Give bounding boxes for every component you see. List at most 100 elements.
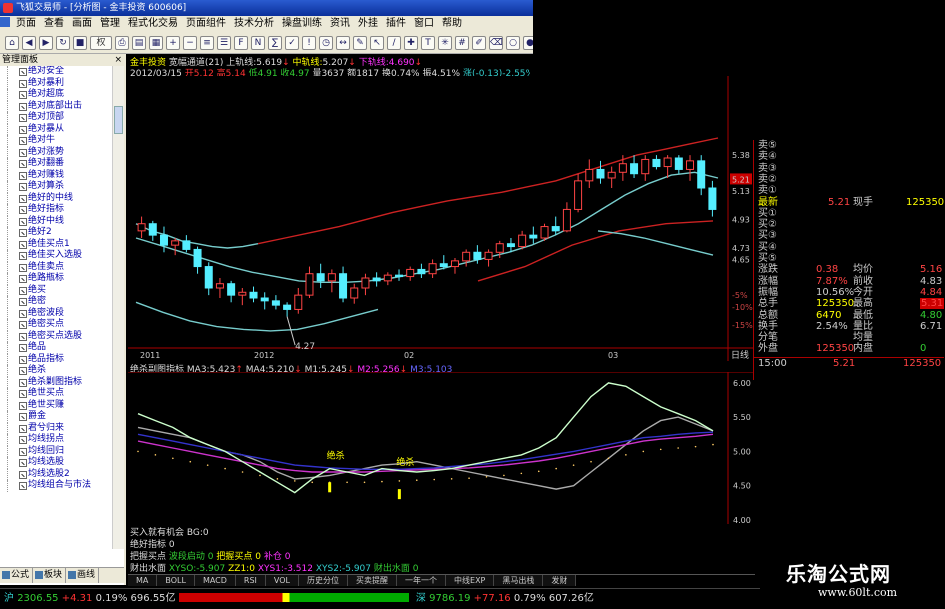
indicator-tab[interactable]: BOLL [157, 575, 195, 586]
indicator-tab[interactable]: VOL [265, 575, 300, 586]
formula-item[interactable]: 绝佳卖点 [0, 261, 112, 274]
indicator-tab[interactable]: MACD [194, 575, 236, 586]
formula-item[interactable]: 绝好中线 [0, 215, 112, 228]
formula-item[interactable]: 绝品 [0, 342, 112, 354]
formula-item[interactable]: 均线选股 [0, 457, 112, 469]
formula-item[interactable]: 绝佳买入选股 [0, 250, 112, 262]
menu-item-5[interactable]: 页面组件 [182, 16, 230, 32]
ruler-icon[interactable]: ↔ [336, 36, 350, 50]
pick-icon[interactable]: ✓ [285, 36, 299, 50]
f10-icon[interactable]: F [234, 36, 248, 50]
close-icon[interactable]: × [114, 54, 122, 66]
right-adjust-button[interactable]: 权 [90, 36, 112, 50]
scrollbar-thumb[interactable] [114, 106, 123, 134]
formula-item[interactable]: 绝对赚钱 [0, 169, 112, 182]
menu-item-4[interactable]: 程式化交易 [124, 16, 182, 32]
menu-item-6[interactable]: 技术分析 [230, 16, 278, 32]
formula-item[interactable]: 绝好指标 [0, 204, 112, 216]
menu-item-2[interactable]: 画面 [68, 16, 96, 32]
clock-icon[interactable]: ◷ [319, 36, 333, 50]
indicator-tab[interactable]: RSI [235, 575, 266, 586]
formula-item[interactable]: 绝好2 [0, 227, 112, 239]
stop-icon[interactable]: ■ [73, 36, 87, 50]
formula-item[interactable]: 均线回归 [0, 445, 112, 458]
text-icon[interactable]: T [421, 36, 435, 50]
formula-item[interactable]: 绝对暴利 [0, 77, 112, 90]
menu-item-7[interactable]: 操盘训练 [278, 16, 326, 32]
menu-item-9[interactable]: 外挂 [354, 16, 382, 32]
indicator-tab[interactable]: 历史分位 [299, 575, 349, 586]
formula-item[interactable]: 绝买 [0, 284, 112, 297]
cursor-icon[interactable]: ↖ [370, 36, 384, 50]
menu-item-8[interactable]: 资讯 [326, 16, 354, 32]
formula-item[interactable]: 绝密 [0, 296, 112, 308]
home-icon[interactable]: ⌂ [5, 36, 19, 50]
formula-item[interactable]: 绝路瓶标 [0, 273, 112, 285]
side-panel-scrollbar[interactable] [112, 66, 124, 549]
kline-chart[interactable]: 4.27 2011 2012 02 03 5.38 5.21 5.13 4.93 4.73 4.65… [128, 76, 753, 361]
calc-icon[interactable]: ∑ [268, 36, 282, 50]
formula-item[interactable]: 绝世买赚 [0, 399, 112, 412]
formula-item[interactable]: 均线组合与市法 [0, 480, 112, 492]
signal-label[interactable]: 财出水面 [130, 564, 166, 574]
formula-item[interactable]: 均线选股2 [0, 468, 112, 481]
formula-item[interactable]: 绝佳买点1 [0, 238, 112, 251]
formula-item[interactable]: 绝品指标 [0, 353, 112, 366]
side-tab-1[interactable]: 板块 [33, 568, 67, 583]
print-icon[interactable]: ⎙ [115, 36, 129, 50]
side-tab-0[interactable]: 公式 [0, 568, 34, 583]
sh-index[interactable]: 2306.55 [17, 593, 58, 604]
formula-item[interactable]: 绝对翻番 [0, 158, 112, 170]
formula-item[interactable]: 绝对牛 [0, 135, 112, 147]
indicator-tab[interactable]: 一年一个 [397, 575, 447, 586]
formula-item[interactable]: 绝对暴从 [0, 123, 112, 136]
circle-icon[interactable]: ○ [506, 36, 520, 50]
formula-item[interactable]: 绝对超底 [0, 89, 112, 101]
formula-item[interactable]: 绝密波段 [0, 307, 112, 320]
menu-item-12[interactable]: 帮助 [438, 16, 466, 32]
formula-item[interactable]: 绝对安全 [0, 66, 112, 78]
cross-icon[interactable]: ✚ [404, 36, 418, 50]
formula-item[interactable]: 绝对算杀 [0, 181, 112, 193]
dot-icon[interactable]: ● [523, 36, 533, 50]
fan-icon[interactable]: ✳ [438, 36, 452, 50]
menu-item-3[interactable]: 管理 [96, 16, 124, 32]
sz-index[interactable]: 9786.19 [429, 593, 470, 604]
menu-item-0[interactable]: 页面 [12, 16, 40, 32]
formula-item[interactable]: 均线拐点 [0, 434, 112, 446]
brush-icon[interactable]: ✐ [472, 36, 486, 50]
erase-icon[interactable]: ⌫ [489, 36, 503, 50]
formula-item[interactable]: 绝对顶部 [0, 112, 112, 124]
formula-item[interactable]: 爵金 [0, 411, 112, 423]
zoom-out-icon[interactable]: − [183, 36, 197, 50]
formula-item[interactable]: 绝杀剿图指标 [0, 376, 112, 389]
alert-icon[interactable]: ! [302, 36, 316, 50]
news-icon[interactable]: N [251, 36, 265, 50]
formula-item[interactable]: 绝对底部出击 [0, 100, 112, 113]
indicator-tab[interactable]: 发财 [543, 575, 577, 586]
period-label[interactable]: 日线 [731, 349, 749, 361]
pen-icon[interactable]: ✎ [353, 36, 367, 50]
chart-icon[interactable]: ▤ [132, 36, 146, 50]
side-tab-2[interactable]: 画线 [66, 568, 100, 583]
list-icon[interactable]: ≡ [200, 36, 214, 50]
grid-icon[interactable]: ▦ [149, 36, 163, 50]
formula-item[interactable]: 君兮归来 [0, 422, 112, 435]
back-icon[interactable]: ◀ [22, 36, 36, 50]
indicator-tab[interactable]: 买卖提醒 [348, 575, 398, 586]
formula-item[interactable]: 绝密买点 [0, 319, 112, 331]
menu-item-11[interactable]: 窗口 [410, 16, 438, 32]
refresh-icon[interactable]: ↻ [56, 36, 70, 50]
line-icon[interactable]: / [387, 36, 401, 50]
menu-item-1[interactable]: 查看 [40, 16, 68, 32]
formula-item[interactable]: 绝杀 [0, 365, 112, 377]
formula-item[interactable]: 绝好的中线 [0, 192, 112, 205]
forward-icon[interactable]: ▶ [39, 36, 53, 50]
zoom-in-icon[interactable]: + [166, 36, 180, 50]
indicator-tab[interactable]: 黑马出栈 [494, 575, 544, 586]
sub-indicator-chart[interactable]: 绝杀绝杀6.005.505.004.504.00 [128, 372, 753, 524]
formula-item[interactable]: 绝密买点选股 [0, 330, 112, 343]
indicator-tab[interactable]: 中线EXP [446, 575, 495, 586]
indicator-tab[interactable]: MA [128, 575, 158, 586]
formula-item[interactable]: 绝对涨势 [0, 146, 112, 159]
